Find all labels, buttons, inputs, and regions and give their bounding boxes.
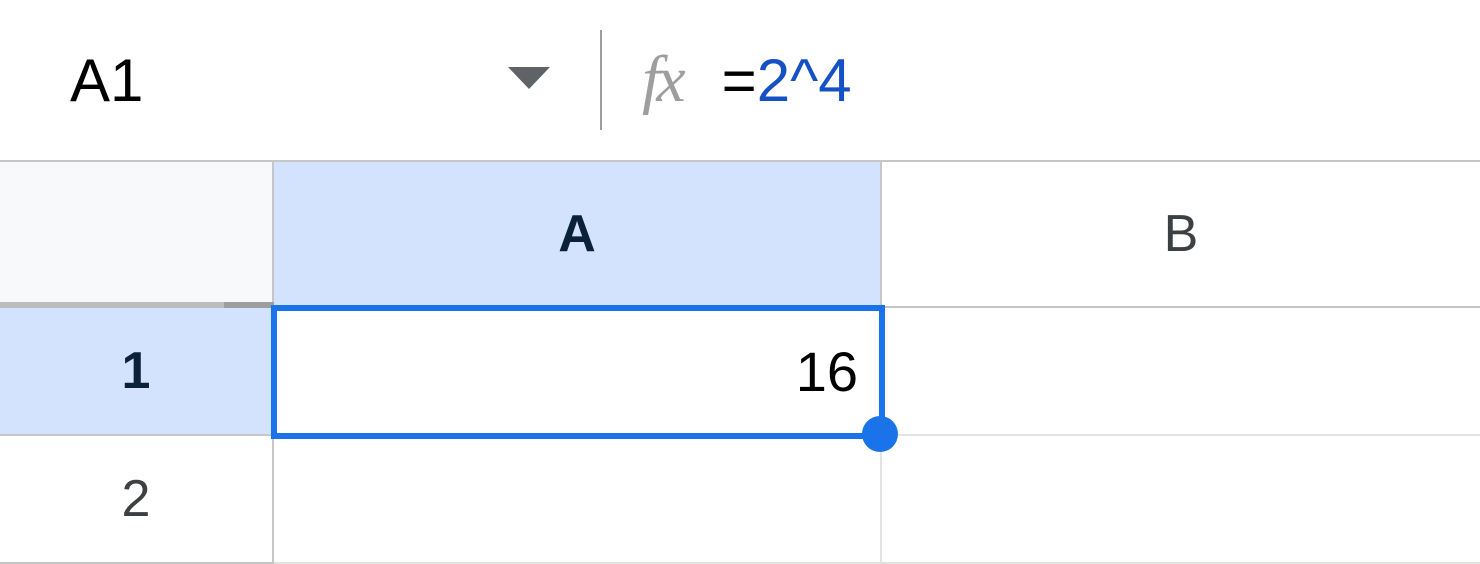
name-box-dropdown[interactable] [143, 67, 600, 93]
spreadsheet-grid: A B 1 16 2 [0, 160, 1480, 564]
fx-icon: fx [642, 42, 682, 118]
column-header-B[interactable]: B [882, 162, 1480, 308]
formula-area: fx =2^4 [602, 42, 852, 118]
row-header-2[interactable]: 2 [0, 436, 274, 564]
chevron-down-icon [508, 67, 550, 93]
name-box[interactable]: A1 [70, 46, 600, 115]
name-box-text: A1 [70, 46, 143, 115]
grid-row: 1 16 [0, 308, 1480, 436]
grid-row: 2 [0, 436, 1480, 564]
row-header-1[interactable]: 1 [0, 308, 274, 436]
cell-A2[interactable] [274, 436, 882, 564]
cell-B2[interactable] [882, 436, 1480, 564]
formula-input[interactable]: =2^4 [722, 46, 852, 115]
formula-bar: A1 fx =2^4 [0, 0, 1480, 160]
cell-B1[interactable] [882, 308, 1480, 436]
cell-value: 16 [796, 339, 858, 404]
select-all-corner[interactable] [0, 162, 274, 308]
column-headers: A B [0, 162, 1480, 308]
column-header-A[interactable]: A [274, 162, 882, 308]
fill-handle[interactable] [862, 416, 898, 452]
cell-A1[interactable]: 16 [274, 308, 882, 436]
